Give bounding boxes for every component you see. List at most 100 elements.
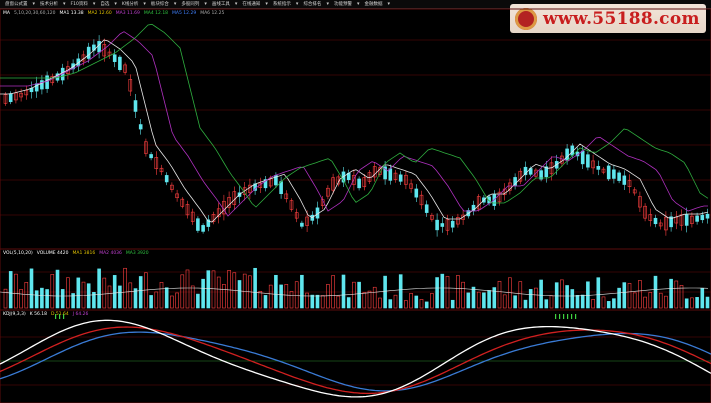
volume-bar [315,294,320,309]
price-candle-body [612,169,616,179]
volume-bar [289,291,294,309]
price-candle-body [97,41,101,53]
volume-bar [705,296,710,309]
volume-bar [180,274,185,309]
volume-bar [398,274,403,309]
volume-bar [300,274,304,309]
price-candle-body [700,214,705,221]
volume-bar [554,282,559,309]
volume-bar [268,284,273,309]
volume-bar [492,287,497,309]
volume-bar [320,295,325,309]
volume-bar [617,287,621,309]
volume-bar [341,274,346,309]
volume-bar [684,298,689,309]
volume-bar [86,283,91,309]
volume-bar [404,300,408,309]
volume-bar [580,294,585,309]
price-candle-body [201,225,205,232]
volume-bar [596,277,601,309]
volume-bar [534,287,538,309]
price-candle-body [138,124,143,130]
price-candle-body [357,178,361,189]
volume-bar [471,286,476,309]
volume-bar [367,290,372,309]
signal-tick [59,314,61,319]
volume-bar [29,268,34,309]
volume-bar [222,284,226,309]
osc-j-line [0,331,711,392]
volume-bar [502,294,507,309]
signal-tick [571,314,573,319]
volume-bar [643,296,647,309]
price-candle-body [653,217,658,225]
volume-bar [45,289,49,309]
volume-bar [14,273,18,309]
volume-bar [378,297,382,309]
signal-tick [575,314,577,319]
volume-bar [461,281,465,309]
volume-bar [523,299,528,309]
price-candle-body [86,46,91,59]
volume-bar [695,297,699,309]
volume-bar [50,274,55,309]
volume-bar [185,269,190,309]
price-candle-body [622,175,627,185]
price-candle-body [8,93,13,103]
price-panel-frame [0,8,711,250]
volume-bar [24,282,29,309]
volume-bar [419,299,424,309]
volume-bar [55,269,60,309]
volume-bar [440,273,445,309]
volume-bar [664,295,668,309]
osc-k-line [0,319,711,398]
volume-bar [305,292,309,309]
volume-bar [81,281,86,309]
volume-bar [497,280,502,309]
signal-tick [63,314,65,319]
volume-bar [700,288,705,309]
volume-bar [591,299,595,309]
volume-bar [690,297,694,309]
volume-bar [237,280,242,309]
volume-bar [118,285,122,309]
volume-bar [669,278,673,309]
volume-bar [112,275,117,309]
price-candle-body [586,154,590,168]
volume-bar [414,295,419,309]
volume-bar [518,281,523,309]
price-candle-body [617,172,621,181]
volume-bar [34,290,39,309]
price-candle-body [705,213,710,219]
volume-bar [622,282,627,309]
volume-bar [253,267,257,309]
volume-bar [60,289,65,309]
volume-bar [513,295,517,309]
price-candle-body [398,174,403,182]
volume-bar [128,282,133,309]
signal-tick [559,314,561,319]
volume-bar [170,295,174,309]
volume-bar [612,298,616,309]
volume-bar [133,288,138,309]
volume-bar [76,277,81,309]
volume-bar [326,284,330,309]
price-candle-body [580,150,585,165]
price-candle-body [414,188,419,198]
volume-bar [570,289,575,309]
volume-bar [430,293,434,309]
price-candle-body [112,54,117,62]
volume-bar [284,284,289,309]
price-candle-body [388,168,393,181]
volume-bar [40,287,44,309]
volume-bar [409,293,413,309]
price-candle-body [164,175,169,183]
stock-chart [0,8,711,403]
volume-bar [544,299,549,309]
volume-bar [679,285,684,309]
volume-bar [487,290,491,309]
signal-tick [55,314,57,319]
volume-bar [154,291,159,309]
volume-bar [149,295,153,309]
price-candle-body [300,222,304,227]
